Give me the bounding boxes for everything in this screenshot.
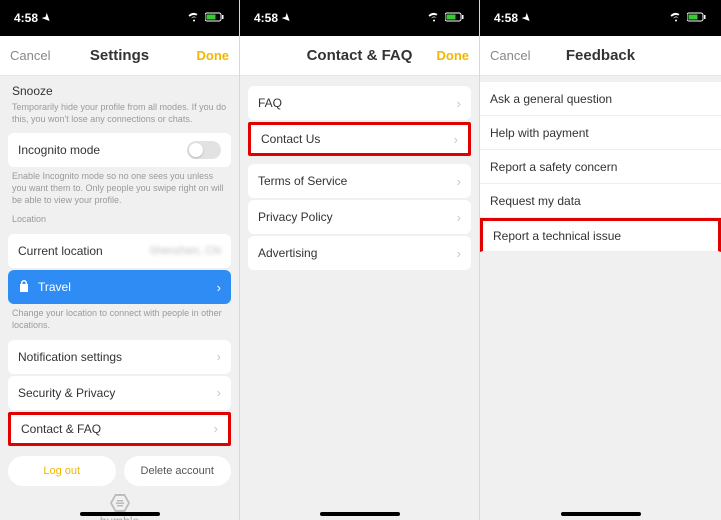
- chevron-right-icon: ›: [457, 210, 461, 225]
- lock-icon: [18, 279, 30, 296]
- notification-settings-row[interactable]: Notification settings ›: [8, 340, 231, 374]
- safety-label: Report a safety concern: [490, 160, 617, 174]
- status-bar: 4:58 ➤: [240, 0, 479, 36]
- done-button[interactable]: Done: [421, 48, 469, 63]
- status-bar: 4:58 ➤: [480, 0, 721, 36]
- incognito-row[interactable]: Incognito mode: [8, 133, 231, 167]
- settings-content: Snooze Temporarily hide your profile fro…: [0, 76, 239, 520]
- feedback-content: Ask a general question Help with payment…: [480, 82, 721, 520]
- header: Cancel Settings Done: [0, 36, 239, 76]
- contact-content: FAQ › Contact Us › Terms of Service › Pr…: [240, 76, 479, 520]
- tos-label: Terms of Service: [258, 174, 347, 188]
- status-time: 4:58: [14, 11, 38, 25]
- advertising-label: Advertising: [258, 246, 317, 260]
- logout-button[interactable]: Log out: [8, 456, 116, 486]
- general-question-row[interactable]: Ask a general question: [480, 82, 721, 116]
- page-title: Contact & FAQ: [307, 47, 413, 64]
- current-location-value: Shenzhen, CN: [149, 245, 221, 257]
- wifi-icon: [187, 11, 201, 25]
- bumble-logo-icon: [8, 494, 231, 512]
- security-label: Security & Privacy: [18, 386, 115, 400]
- contact-us-label: Contact Us: [261, 132, 320, 146]
- request-data-row[interactable]: Request my data: [480, 184, 721, 218]
- status-time: 4:58: [494, 11, 518, 25]
- travel-desc: Change your location to connect with peo…: [8, 306, 231, 339]
- cancel-button[interactable]: Cancel: [490, 48, 538, 63]
- wifi-icon: [427, 11, 441, 25]
- chevron-right-icon: ›: [457, 96, 461, 111]
- travel-row[interactable]: Travel ›: [8, 270, 231, 304]
- incognito-desc: Enable Incognito mode so no one sees you…: [8, 169, 231, 214]
- contact-faq-row[interactable]: Contact & FAQ ›: [8, 412, 231, 446]
- contact-faq-label: Contact & FAQ: [21, 422, 101, 436]
- battery-icon: [205, 11, 225, 25]
- location-arrow-icon: ➤: [39, 11, 53, 25]
- snooze-desc: Temporarily hide your profile from all m…: [8, 100, 231, 133]
- header: Cancel Feedback: [480, 36, 721, 76]
- payment-help-row[interactable]: Help with payment: [480, 116, 721, 150]
- tos-row[interactable]: Terms of Service ›: [248, 164, 471, 198]
- screen-contact-faq: 4:58 ➤ Contact & FAQ Done FAQ › Contact …: [240, 0, 480, 520]
- wifi-icon: [669, 11, 683, 25]
- advertising-row[interactable]: Advertising ›: [248, 236, 471, 270]
- tech-label: Report a technical issue: [493, 229, 621, 243]
- general-label: Ask a general question: [490, 92, 612, 106]
- incognito-label: Incognito mode: [18, 143, 100, 157]
- action-buttons: Log out Delete account: [8, 456, 231, 486]
- privacy-row[interactable]: Privacy Policy ›: [248, 200, 471, 234]
- chevron-right-icon: ›: [214, 421, 218, 436]
- security-privacy-row[interactable]: Security & Privacy ›: [8, 376, 231, 410]
- technical-issue-row[interactable]: Report a technical issue: [480, 218, 721, 252]
- safety-concern-row[interactable]: Report a safety concern: [480, 150, 721, 184]
- location-arrow-icon: ➤: [279, 11, 293, 25]
- faq-label: FAQ: [258, 96, 282, 110]
- screen-feedback: 4:58 ➤ Cancel Feedback Ask a general que…: [480, 0, 721, 520]
- chevron-right-icon: ›: [217, 349, 221, 364]
- home-indicator[interactable]: [80, 512, 160, 516]
- header: Contact & FAQ Done: [240, 36, 479, 76]
- page-title: Feedback: [566, 47, 635, 64]
- chevron-right-icon: ›: [457, 246, 461, 261]
- done-button[interactable]: Done: [181, 48, 229, 63]
- travel-label: Travel: [38, 280, 71, 294]
- current-location-row[interactable]: Current location Shenzhen, CN: [8, 234, 231, 268]
- payment-label: Help with payment: [490, 126, 589, 140]
- incognito-toggle[interactable]: [187, 141, 221, 159]
- location-arrow-icon: ➤: [519, 11, 533, 25]
- battery-icon: [687, 11, 707, 25]
- chevron-right-icon: ›: [454, 132, 458, 147]
- status-bar: 4:58 ➤: [0, 0, 239, 36]
- brand-block: bumble Version 5.208.0 Created with love…: [8, 494, 231, 520]
- chevron-right-icon: ›: [217, 385, 221, 400]
- home-indicator[interactable]: [561, 512, 641, 516]
- page-title: Settings: [90, 47, 149, 64]
- home-indicator[interactable]: [320, 512, 400, 516]
- chevron-right-icon: ›: [217, 280, 221, 295]
- chevron-right-icon: ›: [457, 174, 461, 189]
- status-time: 4:58: [254, 11, 278, 25]
- screen-settings: 4:58 ➤ Cancel Settings Done Snooze Tempo…: [0, 0, 240, 520]
- delete-account-button[interactable]: Delete account: [124, 456, 232, 486]
- privacy-label: Privacy Policy: [258, 210, 333, 224]
- battery-icon: [445, 11, 465, 25]
- current-location-label: Current location: [18, 244, 103, 258]
- contact-us-row[interactable]: Contact Us ›: [248, 122, 471, 156]
- cancel-button[interactable]: Cancel: [10, 48, 58, 63]
- snooze-label: Snooze: [8, 80, 231, 100]
- data-label: Request my data: [490, 194, 581, 208]
- location-heading: Location: [8, 214, 231, 234]
- faq-row[interactable]: FAQ ›: [248, 86, 471, 120]
- notification-label: Notification settings: [18, 350, 122, 364]
